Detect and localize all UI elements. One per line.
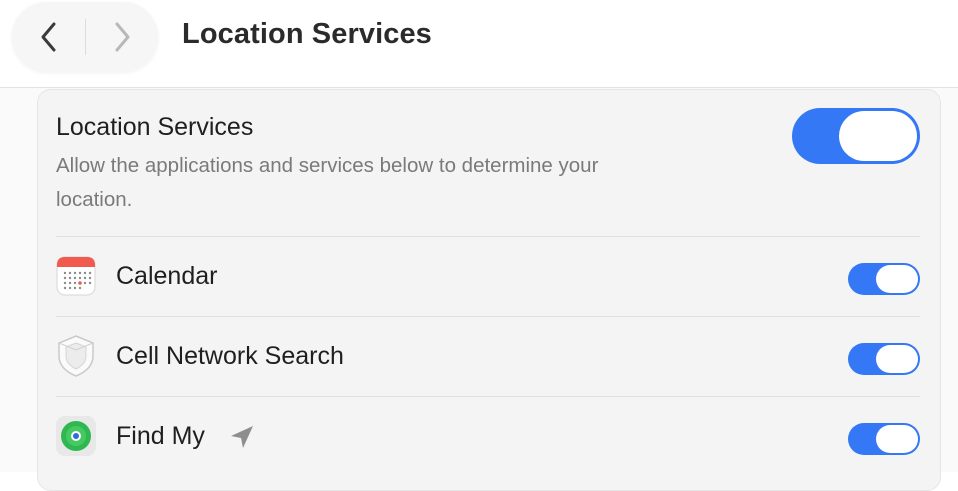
row-divider (56, 396, 920, 397)
forward-button[interactable] (85, 2, 158, 72)
calendar-icon (56, 256, 96, 296)
toggle-knob (876, 345, 918, 373)
row-divider (56, 236, 920, 237)
app-name-find-my: Find My (116, 422, 205, 450)
location-services-description: Allow the applications and services belo… (56, 154, 599, 211)
find-my-toggle[interactable] (848, 423, 920, 455)
location-services-toggle[interactable] (792, 108, 920, 164)
app-name-cell-network-search: Cell Network Search (116, 342, 344, 370)
back-button[interactable] (12, 2, 85, 72)
cell-network-search-toggle[interactable] (848, 343, 920, 375)
app-name-calendar: Calendar (116, 262, 218, 290)
shield-icon (58, 335, 94, 377)
toggle-knob (876, 425, 918, 453)
navigation-buttons (12, 2, 158, 72)
find-my-icon (56, 416, 96, 456)
chevron-right-icon (115, 22, 129, 52)
toolbar: Location Services (0, 0, 958, 88)
chevron-left-icon (41, 22, 55, 52)
toggle-knob (839, 111, 917, 161)
row-divider (56, 316, 920, 317)
calendar-toggle[interactable] (848, 263, 920, 295)
location-arrow-icon (231, 426, 253, 448)
page-title: Location Services (182, 18, 432, 50)
location-services-title: Location Services (56, 113, 254, 141)
toggle-knob (876, 265, 918, 293)
